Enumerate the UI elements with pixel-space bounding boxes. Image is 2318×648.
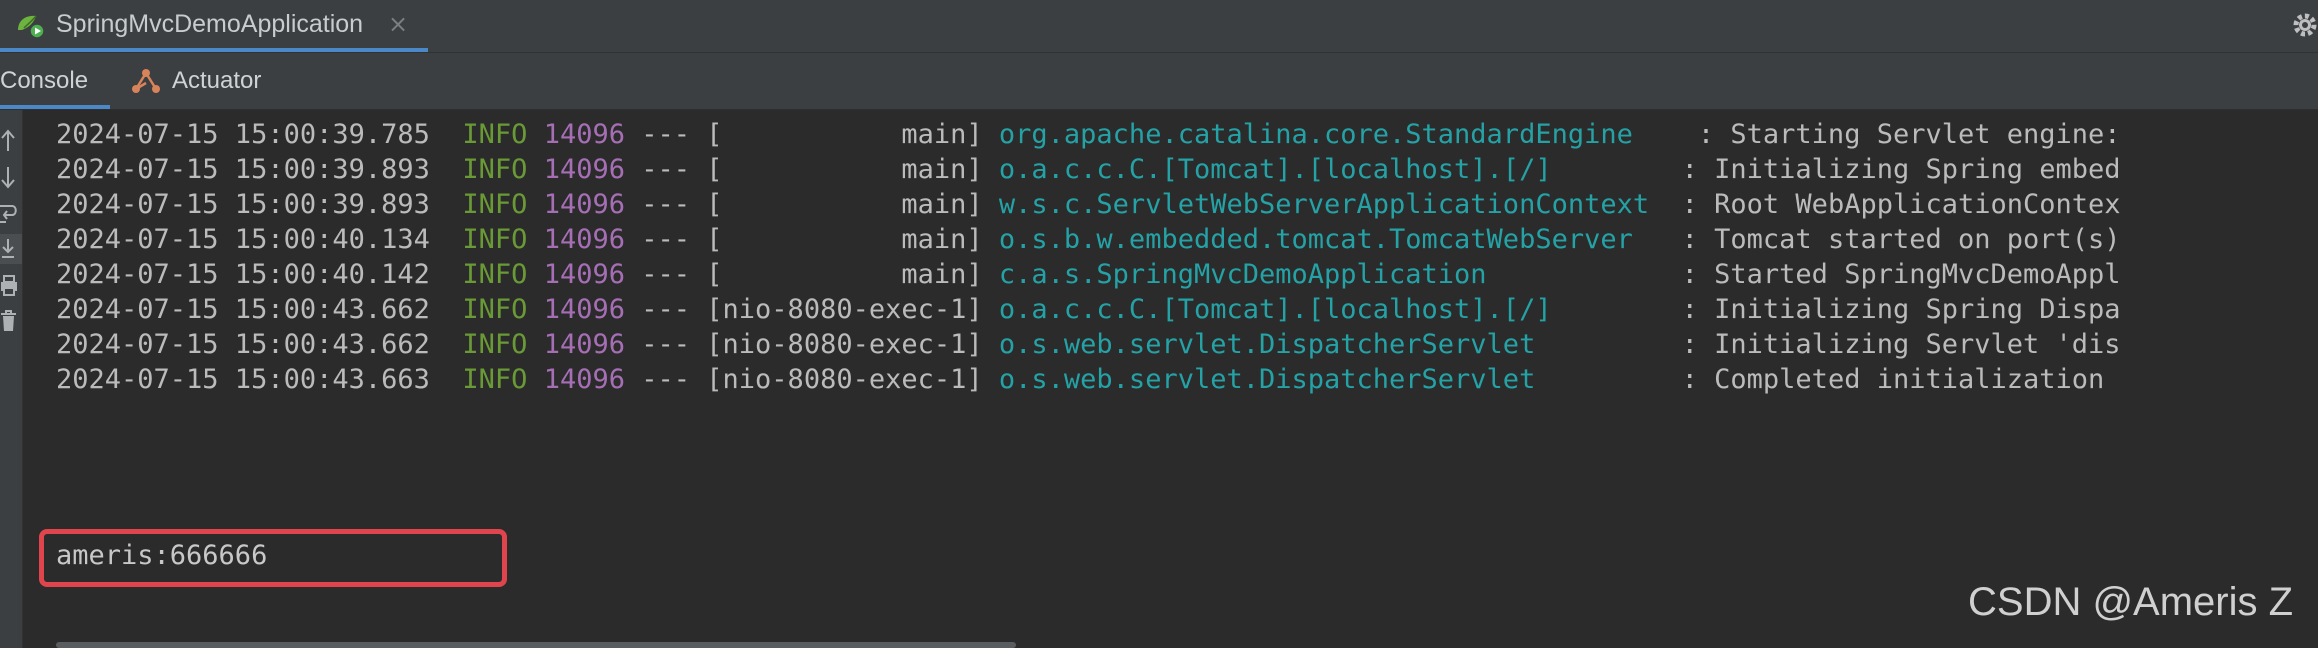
log-logger: o.a.c.c.C.[Tomcat].[localhost].[/]	[998, 294, 1666, 325]
log-pid: 14096	[543, 119, 625, 150]
log-thread: [ main]	[706, 154, 983, 185]
close-tab-icon[interactable]: ×	[388, 10, 408, 38]
log-separator: ---	[641, 224, 691, 255]
tab-actuator-label: Actuator	[172, 67, 262, 94]
log-timestamp: 2024-07-15 15:00:39.893	[56, 154, 430, 185]
tab-console[interactable]: Console	[0, 53, 110, 109]
log-message: : Root WebApplicationContex	[1681, 189, 2121, 220]
log-line: 2024-07-15 15:00:43.663 INFO 14096 --- […	[56, 360, 2121, 400]
log-line: 2024-07-15 15:00:43.662 INFO 14096 --- […	[56, 325, 2121, 365]
tab-console-label: Console	[0, 67, 89, 94]
log-pid: 14096	[543, 294, 625, 325]
log-level: INFO	[462, 189, 528, 220]
log-timestamp: 2024-07-15 15:00:43.663	[56, 364, 430, 395]
log-line: 2024-07-15 15:00:40.142 INFO 14096 --- […	[56, 255, 2121, 295]
run-tab-bar: SpringMvcDemoApplication ×	[0, 0, 2318, 53]
trash-icon[interactable]	[0, 306, 22, 336]
log-pid: 14096	[543, 259, 625, 290]
log-logger: w.s.c.ServletWebServerApplicationContext	[998, 189, 1666, 220]
log-logger: c.a.s.SpringMvcDemoApplication	[998, 259, 1666, 290]
log-thread: [ main]	[706, 224, 983, 255]
scroll-to-end-icon[interactable]	[0, 234, 22, 264]
console-toolbar	[0, 110, 23, 648]
soft-wrap-icon[interactable]	[0, 198, 22, 228]
down-arrow-icon[interactable]	[0, 162, 22, 192]
actuator-icon	[132, 69, 160, 93]
tab-actuator[interactable]: Actuator	[130, 53, 290, 109]
log-thread: [ main]	[706, 259, 983, 290]
print-icon[interactable]	[0, 270, 22, 300]
log-thread: [nio-8080-exec-1]	[706, 294, 983, 325]
program-output-line: ameris:666666	[56, 540, 268, 571]
log-separator: ---	[641, 294, 691, 325]
log-level: INFO	[462, 119, 528, 150]
log-message: : Tomcat started on port(s)	[1681, 224, 2121, 255]
log-logger: org.apache.catalina.core.StandardEngine	[998, 119, 1682, 150]
log-timestamp: 2024-07-15 15:00:40.142	[56, 259, 430, 290]
log-message: : Initializing Servlet 'dis	[1681, 329, 2121, 360]
log-thread: [nio-8080-exec-1]	[706, 364, 983, 395]
log-level: INFO	[462, 259, 528, 290]
log-line: 2024-07-15 15:00:43.662 INFO 14096 --- […	[56, 290, 2121, 330]
log-timestamp: 2024-07-15 15:00:39.785	[56, 119, 430, 150]
run-tab[interactable]: SpringMvcDemoApplication ×	[0, 0, 428, 48]
log-pid: 14096	[543, 329, 625, 360]
log-logger: o.s.web.servlet.DispatcherServlet	[998, 364, 1666, 395]
log-message: : Started SpringMvcDemoAppl	[1681, 259, 2121, 290]
active-tab-indicator	[0, 48, 428, 52]
log-message: : Initializing Spring embed	[1681, 154, 2121, 185]
log-timestamp: 2024-07-15 15:00:43.662	[56, 329, 430, 360]
horizontal-scrollbar[interactable]	[56, 642, 1016, 648]
log-separator: ---	[641, 329, 691, 360]
log-thread: [ main]	[706, 189, 983, 220]
log-pid: 14096	[543, 364, 625, 395]
gear-icon[interactable]	[2290, 10, 2318, 40]
log-line: 2024-07-15 15:00:39.785 INFO 14096 --- […	[56, 115, 2137, 155]
log-separator: ---	[641, 189, 691, 220]
log-logger: o.s.web.servlet.DispatcherServlet	[998, 329, 1666, 360]
run-tool-window: SpringMvcDemoApplication × Console Actua…	[0, 0, 2318, 648]
up-arrow-icon[interactable]	[0, 126, 22, 156]
log-timestamp: 2024-07-15 15:00:43.662	[56, 294, 430, 325]
log-line: 2024-07-15 15:00:39.893 INFO 14096 --- […	[56, 185, 2121, 225]
log-thread: [nio-8080-exec-1]	[706, 329, 983, 360]
log-level: INFO	[462, 329, 528, 360]
log-pid: 14096	[543, 224, 625, 255]
log-timestamp: 2024-07-15 15:00:39.893	[56, 189, 430, 220]
log-message: : Starting Servlet engine:	[1697, 119, 2137, 150]
log-message: : Completed initialization	[1681, 364, 2121, 395]
log-pid: 14096	[543, 154, 625, 185]
log-timestamp: 2024-07-15 15:00:40.134	[56, 224, 430, 255]
log-thread: [ main]	[706, 119, 983, 150]
log-level: INFO	[462, 154, 528, 185]
log-level: INFO	[462, 224, 528, 255]
log-pid: 14096	[543, 189, 625, 220]
log-separator: ---	[641, 364, 691, 395]
log-message: : Initializing Spring Dispa	[1681, 294, 2121, 325]
log-line: 2024-07-15 15:00:40.134 INFO 14096 --- […	[56, 220, 2121, 260]
log-separator: ---	[641, 259, 691, 290]
active-tab-indicator	[0, 105, 110, 109]
log-separator: ---	[641, 119, 691, 150]
log-level: INFO	[462, 294, 528, 325]
console-tab-bar: Console Actuator	[0, 53, 2318, 110]
run-config-title: SpringMvcDemoApplication	[56, 10, 364, 38]
log-line: 2024-07-15 15:00:39.893 INFO 14096 --- […	[56, 150, 2121, 190]
watermark: CSDN @Ameris Z	[1968, 580, 2294, 624]
log-logger: o.a.c.c.C.[Tomcat].[localhost].[/]	[998, 154, 1666, 185]
log-logger: o.s.b.w.embedded.tomcat.TomcatWebServer	[998, 224, 1666, 255]
log-separator: ---	[641, 154, 691, 185]
spring-boot-app-icon	[18, 15, 45, 39]
console-output[interactable]: 2024-07-15 15:00:39.785 INFO 14096 --- […	[23, 110, 2318, 648]
log-level: INFO	[462, 364, 528, 395]
